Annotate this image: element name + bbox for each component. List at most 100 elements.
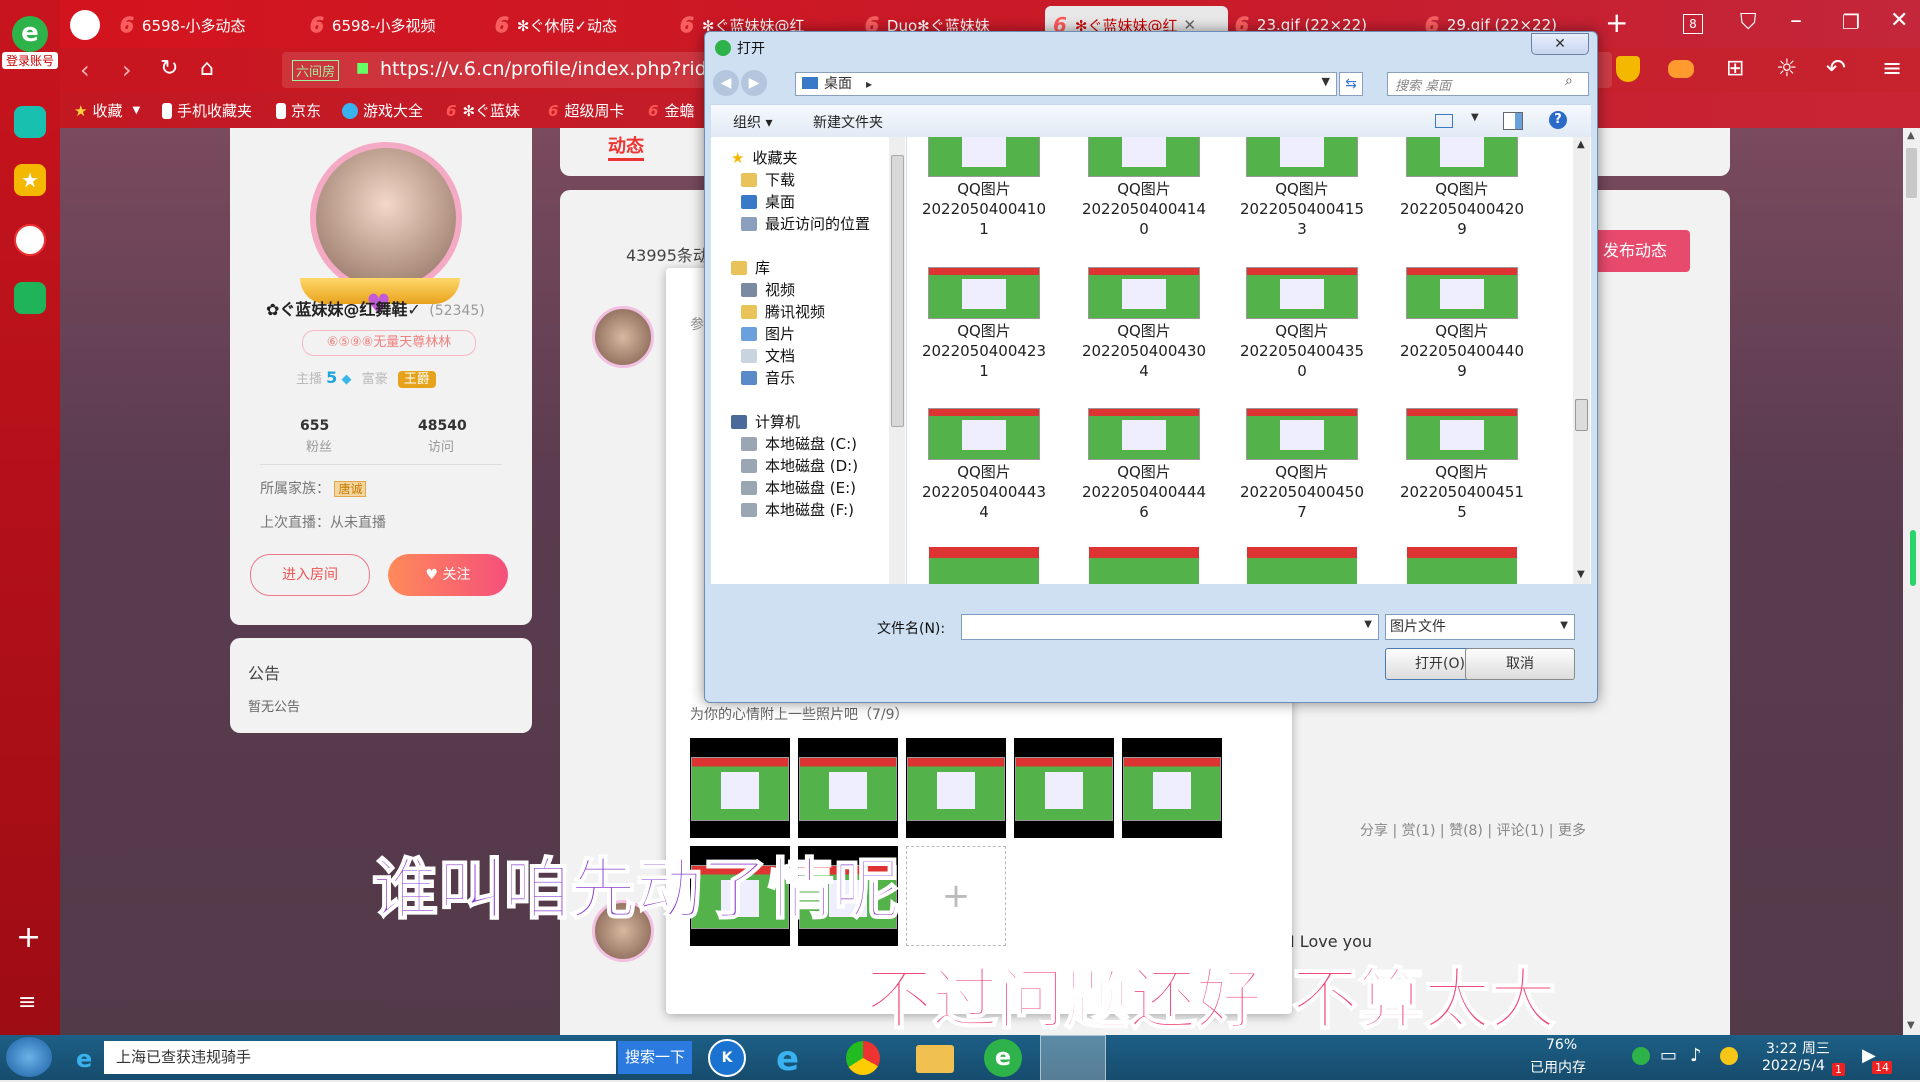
feed-actions[interactable]: 分享 | 赏(1) | 赞(8) | 评论(1) | 更多 bbox=[1360, 820, 1586, 840]
filename-input[interactable]: ▼ bbox=[961, 614, 1379, 640]
follow-button[interactable]: ♥ 关注 bbox=[388, 554, 508, 596]
brightness-icon[interactable]: ☼ bbox=[1776, 54, 1798, 82]
add-photo-button[interactable]: + bbox=[906, 846, 1006, 946]
bookmark-6-2[interactable]: 6 超级周卡 bbox=[548, 100, 624, 121]
file-item[interactable]: QQ图片 2022050400415 3 bbox=[1227, 137, 1377, 239]
family-tag[interactable]: ⑥⑤⑨⑧无量天尊林林 bbox=[302, 330, 476, 356]
nav-documents[interactable]: 文档 bbox=[741, 345, 795, 366]
enter-room-button[interactable]: 进入房间 bbox=[250, 554, 370, 596]
preview-pane-icon[interactable] bbox=[1503, 112, 1523, 130]
dialog-forward-icon[interactable]: ▶ bbox=[741, 70, 767, 96]
start-button[interactable] bbox=[6, 1037, 52, 1077]
taskbar-ie[interactable]: e bbox=[776, 1039, 799, 1079]
nav-drive-f[interactable]: 本地磁盘 (F:) bbox=[741, 499, 854, 520]
photo-thumb[interactable] bbox=[798, 738, 898, 838]
page-scroll-up-icon[interactable]: ▲ bbox=[1907, 130, 1915, 141]
nav-drive-c[interactable]: 本地磁盘 (C:) bbox=[741, 433, 857, 454]
favorites-star-icon[interactable]: ★ bbox=[14, 164, 46, 196]
scroll-up-icon[interactable]: ▲ bbox=[1577, 139, 1585, 150]
clock-time[interactable]: 3:22 周三 bbox=[1766, 1038, 1830, 1058]
dialog-back-icon[interactable]: ◀ bbox=[713, 70, 739, 96]
news-search-field[interactable]: 上海已查获违规骑手 bbox=[104, 1041, 616, 1074]
nav-scrollbar[interactable] bbox=[889, 137, 905, 584]
nav-pictures[interactable]: 图片 bbox=[741, 323, 795, 344]
bookmark-games[interactable]: 游戏大全 bbox=[342, 100, 423, 121]
grid-icon[interactable]: ⊞ bbox=[1726, 56, 1744, 81]
file-item[interactable]: QQ图片 2022050400450 7 bbox=[1227, 408, 1377, 522]
tab-feed[interactable]: 动态 bbox=[608, 132, 644, 161]
filename-dropdown-icon[interactable]: ▼ bbox=[1364, 619, 1372, 630]
tab-3[interactable]: 6 ✻ぐ休假✓动态 bbox=[495, 6, 660, 44]
nav-favorites[interactable]: ★ 收藏夹 bbox=[731, 147, 797, 168]
clock-date[interactable]: 2022/5/4 bbox=[1762, 1058, 1825, 1074]
nav-drive-e[interactable]: 本地磁盘 (E:) bbox=[741, 477, 856, 498]
dialog-path-field[interactable]: 桌面 ▸ ▼ bbox=[795, 72, 1337, 96]
dialog-refresh-icon[interactable]: ⇆ bbox=[1339, 72, 1363, 96]
file-item[interactable]: QQ图片 2022050400451 5 bbox=[1387, 408, 1537, 522]
file-item[interactable]: QQ图片 2022050400414 0 bbox=[1069, 137, 1219, 239]
shield-icon[interactable] bbox=[1616, 56, 1640, 82]
bookmark-mobile[interactable]: 手机收藏夹 bbox=[162, 100, 252, 121]
bookmark-6-1[interactable]: 6 ✻ぐ蓝妹 bbox=[446, 100, 520, 121]
file-item[interactable]: QQ图片 2022050400440 9 bbox=[1387, 267, 1537, 381]
cancel-button[interactable]: 取消 bbox=[1465, 648, 1575, 680]
nav-music[interactable]: 音乐 bbox=[741, 367, 795, 388]
tab-count-badge[interactable]: 8 bbox=[1683, 14, 1703, 34]
nav-desktop[interactable]: 桌面 bbox=[741, 191, 795, 212]
new-folder-button[interactable]: 新建文件夹 bbox=[813, 112, 883, 132]
taskbar-explorer[interactable] bbox=[916, 1045, 954, 1073]
nav-library[interactable]: 库 bbox=[731, 257, 770, 278]
taskbar-app-k[interactable]: K bbox=[708, 1039, 746, 1077]
taskbar-chrome[interactable] bbox=[846, 1041, 880, 1075]
navigation-arrow-icon[interactable] bbox=[70, 10, 100, 40]
tray-network-icon[interactable]: ▭ bbox=[1660, 1045, 1677, 1066]
shirt-icon[interactable]: ⛉ bbox=[1740, 10, 1757, 35]
nav-computer[interactable]: 计算机 bbox=[731, 411, 800, 432]
list-icon[interactable]: ≡ bbox=[18, 990, 36, 1015]
family-badge[interactable]: 唐诚 bbox=[334, 481, 367, 497]
photo-thumb[interactable] bbox=[1122, 738, 1222, 838]
browser-logo-icon[interactable]: e bbox=[12, 16, 48, 52]
reload-icon[interactable]: ↻ bbox=[160, 56, 178, 81]
path-dropdown-icon[interactable]: ▼ bbox=[1322, 75, 1330, 88]
organize-button[interactable]: 组织 ▾ bbox=[733, 112, 772, 132]
bookmark-6-3[interactable]: 6 金蟾 bbox=[648, 100, 694, 121]
page-scroll-thumb[interactable] bbox=[1906, 148, 1917, 198]
photo-thumb[interactable] bbox=[690, 738, 790, 838]
photo-thumb[interactable] bbox=[1014, 738, 1114, 838]
tray-app-icon[interactable] bbox=[1720, 1047, 1738, 1065]
file-item[interactable]: QQ图片 2022050400410 1 bbox=[909, 137, 1059, 239]
nav-drive-d[interactable]: 本地磁盘 (D:) bbox=[741, 455, 858, 476]
forward-icon[interactable]: › bbox=[122, 56, 132, 84]
tab-1[interactable]: 6 6598-小多动态 bbox=[120, 6, 285, 44]
feed-avatar-1[interactable] bbox=[592, 306, 654, 368]
taskbar-active-app[interactable] bbox=[1040, 1035, 1106, 1082]
file-item[interactable]: QQ图片 2022050400420 9 bbox=[1387, 137, 1537, 239]
nav-videos[interactable]: 视频 bbox=[741, 279, 795, 300]
login-label[interactable]: 登录账号 bbox=[2, 52, 58, 69]
file-item[interactable]: QQ图片 2022050400423 1 bbox=[909, 267, 1059, 381]
back-icon[interactable]: ‹ bbox=[80, 56, 90, 84]
menu-icon[interactable]: ≡ bbox=[1882, 54, 1902, 82]
tray-browser-icon[interactable] bbox=[1632, 1047, 1650, 1065]
add-icon[interactable]: + bbox=[16, 920, 41, 955]
undo-icon[interactable]: ↶ bbox=[1826, 54, 1846, 82]
file-item[interactable]: QQ图片 2022050400435 0 bbox=[1227, 267, 1377, 381]
nav-downloads[interactable]: 下载 bbox=[741, 169, 795, 190]
tray-volume-icon[interactable]: ♪ bbox=[1690, 1045, 1702, 1066]
minimize-icon[interactable]: – bbox=[1790, 6, 1802, 34]
bookmark-favorites[interactable]: ★ 收藏 ▼ bbox=[74, 100, 140, 121]
game-icon[interactable] bbox=[1668, 60, 1694, 78]
tab-2[interactable]: 6 6598-小多视频 bbox=[310, 6, 475, 44]
mail-icon[interactable] bbox=[14, 282, 46, 314]
scroll-down-icon[interactable]: ▼ bbox=[1577, 569, 1585, 580]
view-dropdown-icon[interactable]: ▼ bbox=[1471, 112, 1479, 123]
filetype-dropdown-icon[interactable]: ▼ bbox=[1560, 620, 1568, 631]
file-scroll-thumb[interactable] bbox=[1575, 399, 1588, 431]
nav-scroll-thumb[interactable] bbox=[891, 155, 904, 427]
avatar[interactable] bbox=[310, 142, 462, 294]
close-window-icon[interactable]: ✕ bbox=[1890, 8, 1908, 33]
view-icon[interactable] bbox=[1435, 114, 1453, 128]
bookmark-jd[interactable]: 京东 bbox=[276, 100, 321, 121]
file-item[interactable]: QQ图片 2022050400444 6 bbox=[1069, 408, 1219, 522]
